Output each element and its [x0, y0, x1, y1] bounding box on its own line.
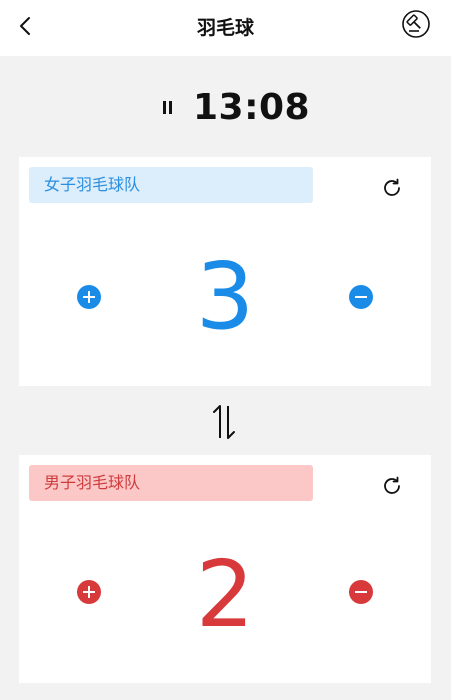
refresh-icon[interactable]: [381, 475, 403, 497]
team-card-men: 男子羽毛球队 2: [19, 455, 431, 683]
elapsed-time: 13:08: [193, 87, 311, 128]
match-timer: 13:08: [0, 86, 451, 130]
swap-vertical-icon[interactable]: [209, 402, 239, 442]
top-bar: 羽毛球: [0, 0, 451, 56]
page-title: 羽毛球: [196, 17, 254, 39]
gavel-icon[interactable]: [401, 9, 431, 39]
team-card-women: 女子羽毛球队 3: [19, 157, 431, 386]
minus-circle-icon[interactable]: [349, 580, 373, 604]
team-name-label[interactable]: 女子羽毛球队: [29, 167, 313, 203]
team-name-label[interactable]: 男子羽毛球队: [29, 465, 313, 501]
refresh-icon[interactable]: [381, 177, 403, 199]
pause-icon[interactable]: [160, 101, 176, 117]
minus-circle-icon[interactable]: [349, 285, 373, 309]
